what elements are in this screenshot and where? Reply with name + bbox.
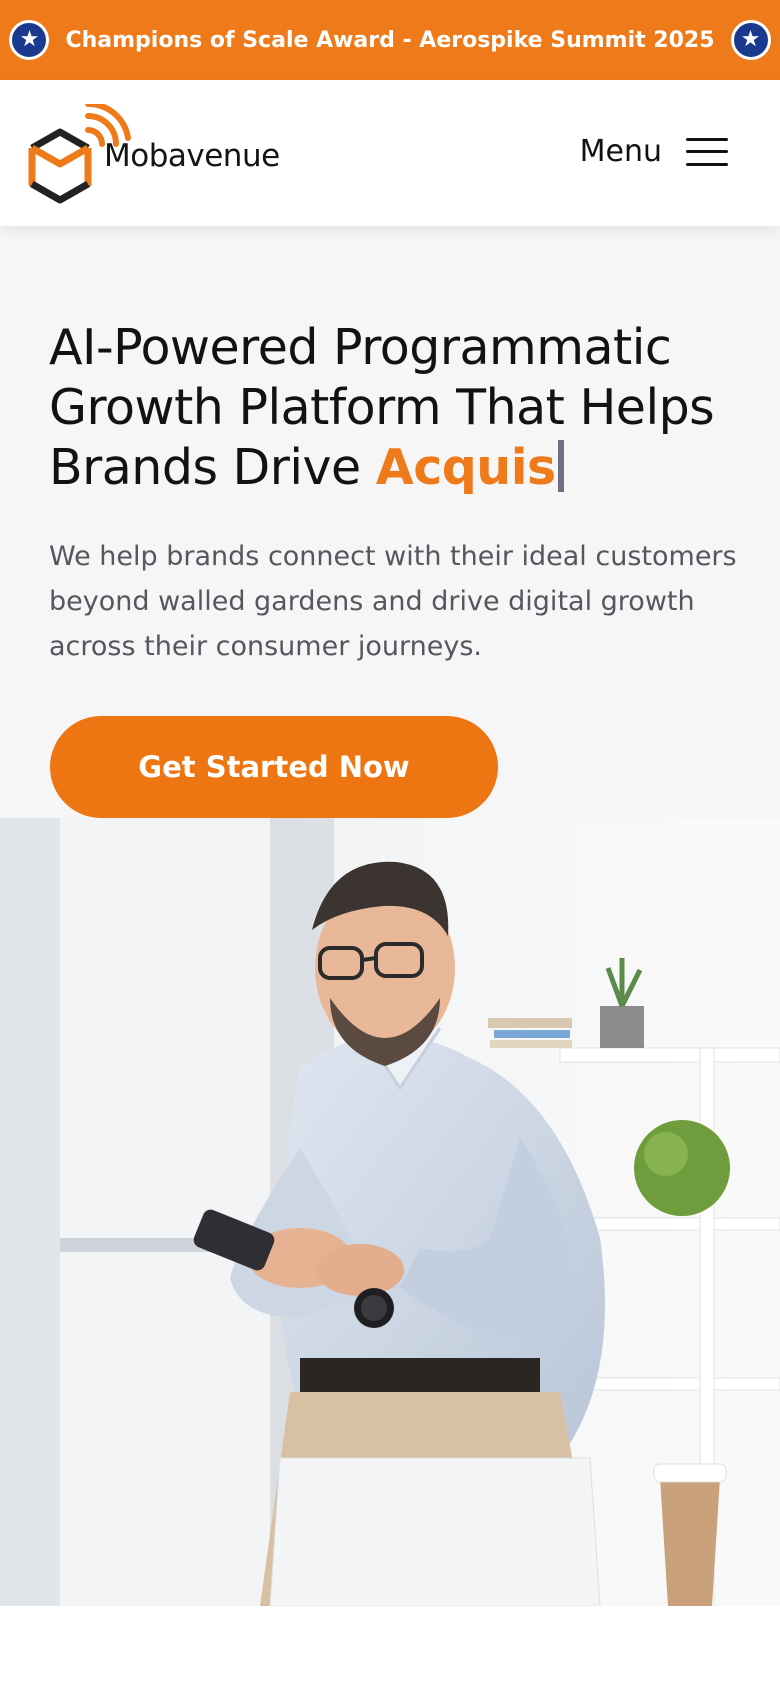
menu-label: Menu [579,134,662,169]
hero-section: AI-Powered Programmatic Growth Platform … [0,226,780,1606]
announcement-text[interactable]: Champions of Scale Award - Aerospike Sum… [65,28,714,53]
menu-button[interactable]: Menu [580,134,728,169]
get-started-button[interactable]: Get Started Now [50,716,498,818]
star-icon: ★ [9,20,50,60]
hero-photo [0,818,780,1606]
hamburger-icon [686,137,728,166]
star-icon: ★ [730,20,771,60]
man-with-phone-image [0,818,780,1606]
headline-accent-word: Acquis [375,439,556,496]
mobavenue-logo[interactable]: Mobavenue [28,100,280,204]
announcement-bar[interactable]: ★ Champions of Scale Award - Aerospike S… [0,0,780,80]
hero-subtext: We help brands connect with their ideal … [49,541,737,662]
hero-headline: AI-Powered Programmatic Growth Platform … [49,318,749,498]
logo-text: Mobavenue [104,138,280,174]
site-header: Mobavenue Menu [0,80,780,226]
typing-cursor [557,440,564,492]
